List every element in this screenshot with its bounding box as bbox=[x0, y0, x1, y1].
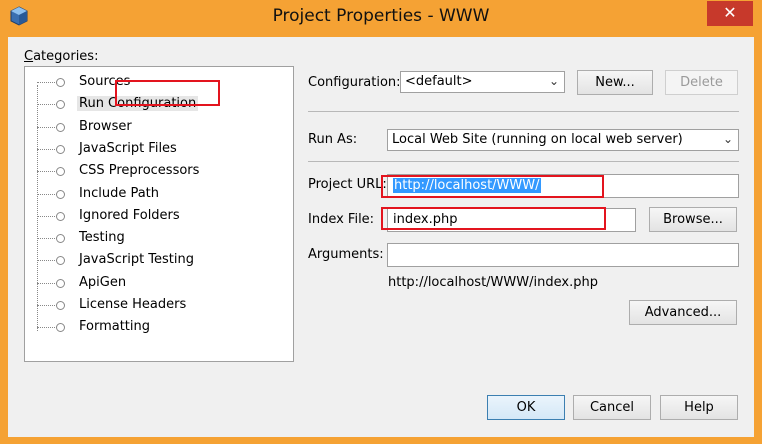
tree-item-license-headers[interactable]: License Headers bbox=[25, 296, 293, 316]
tree-connector bbox=[37, 305, 57, 306]
ok-button[interactable]: OK bbox=[487, 395, 565, 420]
arguments-label: Arguments: bbox=[308, 247, 384, 262]
highlight-box-project-url bbox=[381, 175, 604, 198]
tree-item-label: Ignored Folders bbox=[79, 207, 180, 223]
delete-config-button[interactable]: Delete bbox=[665, 70, 738, 95]
tree-connector bbox=[37, 104, 57, 106]
tree-connector bbox=[37, 215, 57, 217]
tree-item-browser[interactable]: Browser bbox=[25, 118, 293, 138]
tree-connector bbox=[37, 171, 57, 173]
bullet-icon bbox=[56, 100, 65, 110]
browse-button[interactable]: Browse... bbox=[649, 207, 737, 232]
configuration-label: Configuration: bbox=[308, 75, 401, 90]
tree-item-label: ApiGen bbox=[79, 274, 127, 290]
tree-connector bbox=[37, 148, 57, 150]
tree-item-javascript-testing[interactable]: JavaScript Testing bbox=[25, 251, 293, 271]
separator bbox=[308, 111, 739, 112]
tree-connector bbox=[37, 282, 57, 284]
tree-item-javascript-files[interactable]: JavaScript Files bbox=[25, 140, 293, 160]
tree-connector bbox=[37, 126, 57, 128]
configuration-select[interactable]: <default> ⌄ bbox=[400, 71, 565, 93]
categories-tree[interactable]: Sources Run Configuration Browser JavaScrip… bbox=[24, 66, 294, 362]
tree-item-label: License Headers bbox=[79, 297, 187, 312]
cancel-button[interactable]: Cancel bbox=[573, 395, 651, 420]
arguments-input[interactable] bbox=[387, 243, 739, 267]
tree-item-css-preprocessors[interactable]: CSS Preprocessors bbox=[25, 162, 293, 182]
separator bbox=[308, 161, 739, 162]
bullet-icon bbox=[56, 122, 65, 132]
tree-connector bbox=[37, 327, 57, 329]
chevron-down-icon: ⌄ bbox=[722, 132, 733, 146]
run-as-value: Local Web Site (running on local web ser… bbox=[392, 132, 683, 147]
categories-label-rest: ategories: bbox=[33, 49, 99, 64]
bullet-icon bbox=[56, 301, 65, 310]
bullet-icon bbox=[56, 211, 65, 221]
index-file-label: Index File: bbox=[308, 212, 375, 227]
bullet-icon bbox=[56, 323, 65, 333]
title-bar[interactable]: Project Properties - WWW ✕ bbox=[0, 0, 762, 36]
tree-item-testing[interactable]: Testing bbox=[25, 229, 293, 249]
project-properties-dialog: Project Properties - WWW ✕ Categories: S… bbox=[0, 0, 762, 444]
project-url-label: Project URL: bbox=[308, 177, 387, 192]
tree-connector bbox=[37, 238, 57, 240]
new-config-button[interactable]: New... bbox=[577, 70, 653, 95]
tree-connector bbox=[37, 82, 57, 83]
highlight-box-index-file bbox=[381, 207, 606, 230]
tree-item-label: Browser bbox=[79, 118, 132, 134]
resolved-url-text: http://localhost/WWW/index.php bbox=[388, 275, 598, 290]
tree-connector bbox=[37, 193, 57, 195]
tree-connector bbox=[37, 260, 57, 262]
tree-item-label: Formatting bbox=[79, 319, 151, 335]
configuration-value: <default> bbox=[405, 74, 473, 89]
tree-item-label: JavaScript Testing bbox=[79, 252, 195, 268]
chevron-down-icon: ⌄ bbox=[548, 74, 559, 88]
tree-item-label: JavaScript Files bbox=[79, 140, 177, 156]
help-button[interactable]: Help bbox=[660, 395, 738, 420]
categories-label: Categories: bbox=[24, 49, 99, 64]
tree-item-label: Testing bbox=[79, 230, 125, 246]
tree-item-label: CSS Preprocessors bbox=[79, 163, 200, 179]
bullet-icon bbox=[56, 78, 65, 87]
tree-item-formatting[interactable]: Formatting bbox=[25, 318, 293, 338]
run-as-select[interactable]: Local Web Site (running on local web ser… bbox=[387, 129, 739, 151]
bullet-icon bbox=[56, 167, 65, 177]
bullet-icon bbox=[56, 234, 65, 244]
bullet-icon bbox=[56, 256, 65, 266]
close-icon: ✕ bbox=[723, 3, 737, 22]
bullet-icon bbox=[56, 144, 65, 154]
tree-item-include-path[interactable]: Include Path bbox=[25, 185, 293, 205]
advanced-button[interactable]: Advanced... bbox=[629, 300, 737, 325]
bullet-icon bbox=[56, 278, 65, 288]
tree-item-label: Include Path bbox=[79, 185, 160, 201]
bullet-icon bbox=[56, 189, 65, 199]
window-title: Project Properties - WWW bbox=[272, 6, 490, 26]
highlight-box-run-configuration bbox=[115, 80, 220, 106]
dialog-body: Categories: Sources Run Configuration Brow… bbox=[8, 37, 754, 437]
tree-item-ignored-folders[interactable]: Ignored Folders bbox=[25, 207, 293, 227]
tree-item-apigen[interactable]: ApiGen bbox=[25, 274, 293, 294]
run-as-label: Run As: bbox=[308, 132, 358, 147]
close-button[interactable]: ✕ bbox=[707, 1, 753, 26]
